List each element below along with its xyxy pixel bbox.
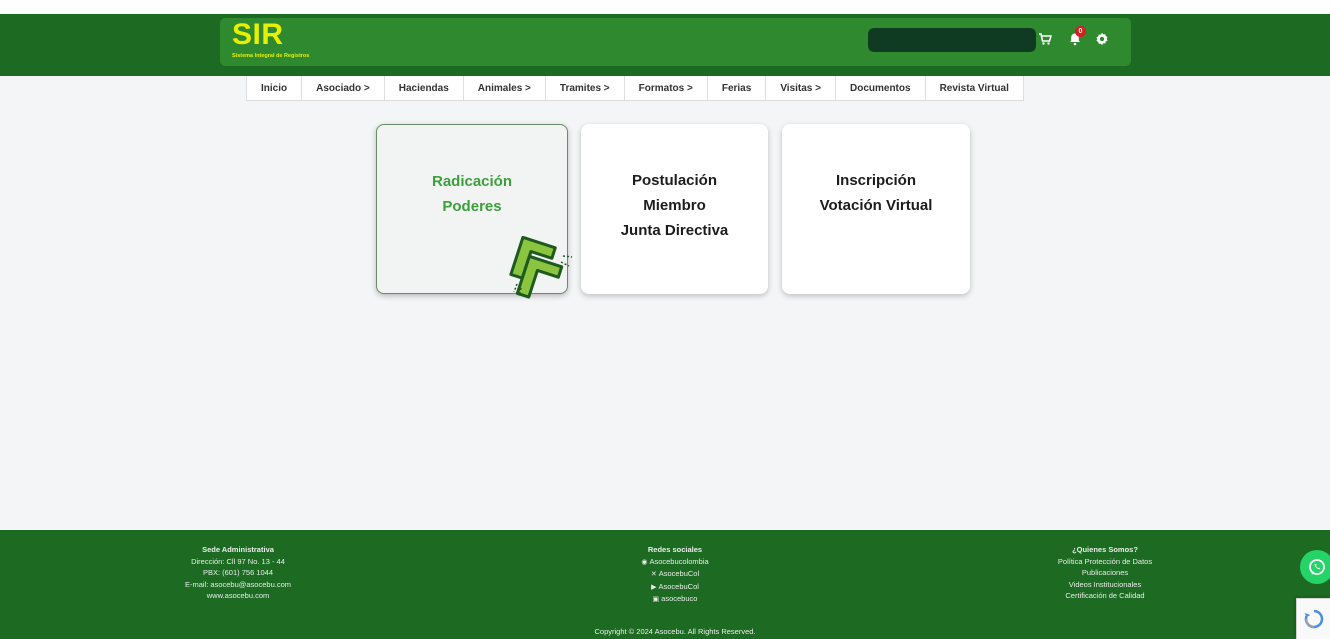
footer-link-videos[interactable]: Videos Institucionales xyxy=(1015,579,1195,591)
card-line: Postulación xyxy=(631,172,717,189)
card-line: Poderes xyxy=(442,198,502,215)
nav-item-formatos[interactable]: Formatos > xyxy=(623,76,707,101)
nav-item-asociado[interactable]: Asociado > xyxy=(301,76,384,101)
click-indicator-icon xyxy=(509,236,573,299)
logo[interactable]: SIR Sistema Integral de Registros xyxy=(232,18,310,60)
footer-social-title: Redes sociales xyxy=(647,545,703,554)
footer-contact: Sede Administrativa Dirección: Cll 97 No… xyxy=(140,544,336,602)
footer-about-title: ¿Quienes Somos? xyxy=(1072,545,1138,554)
social-instagram-link[interactable]: ▣ asocebuco xyxy=(580,593,770,606)
facebook-icon: ◉ xyxy=(641,558,648,566)
whatsapp-icon[interactable] xyxy=(1300,550,1330,584)
card-line: Miembro xyxy=(643,197,706,214)
card-line: Radicación xyxy=(431,173,513,190)
card-line: Junta Directiva xyxy=(620,222,729,239)
social-youtube-label: AsocebuCol xyxy=(658,581,699,591)
social-instagram-label: asocebuco xyxy=(661,594,698,603)
nav-item-animales[interactable]: Animales > xyxy=(462,76,545,101)
nav-item-haciendas[interactable]: Haciendas xyxy=(383,76,463,101)
footer-social: Redes sociales ◉ Asocebucolombia ✕ Asocebu… xyxy=(580,544,770,606)
social-facebook-label: Asocebucolombia xyxy=(649,556,709,566)
nav-item-documentos[interactable]: Documentos xyxy=(835,76,925,101)
user-name-redacted[interactable] xyxy=(868,28,1036,52)
footer-link-privacy[interactable]: Política Protección de Datos xyxy=(1015,556,1195,568)
card-inscripcion-votacion[interactable]: Inscripción Votación Virtual xyxy=(782,124,970,294)
nav-item-revista-virtual[interactable]: Revista Virtual xyxy=(924,76,1024,101)
footer-about: ¿Quienes Somos? Política Protección de D… xyxy=(1015,544,1195,602)
logo-title: SIR xyxy=(232,18,284,51)
copyright: Copyright © 2024 Asocebu. All Rights Res… xyxy=(594,627,756,636)
social-facebook-link[interactable]: ◉ Asocebucolombia xyxy=(580,556,770,569)
footer-link-certification[interactable]: Certificación de Calidad xyxy=(1015,590,1195,602)
recaptcha-icon[interactable] xyxy=(1296,598,1330,639)
nav-item-inicio[interactable]: Inicio xyxy=(246,76,301,101)
nav-item-visitas[interactable]: Visitas > xyxy=(765,76,835,101)
main-nav: Inicio Asociado > Haciendas Animales > T… xyxy=(246,76,1024,101)
cart-icon[interactable] xyxy=(1036,30,1054,48)
footer-phone: PBX: (601) 756 1044 xyxy=(202,568,274,577)
notification-badge: 0 xyxy=(1075,26,1086,37)
card-line: Votación Virtual xyxy=(819,197,933,214)
social-x-link[interactable]: ✕ AsocebuCol xyxy=(580,568,770,581)
nav-item-ferias[interactable]: Ferias xyxy=(706,76,765,101)
footer-address: Dirección: Cll 97 No. 13 - 44 xyxy=(191,556,285,566)
social-youtube-link[interactable]: ▶ AsocebuCol xyxy=(580,581,770,594)
card-label: Inscripción Votación Virtual xyxy=(820,168,933,218)
social-x-label: AsocebuCol xyxy=(658,569,700,578)
top-strip xyxy=(0,0,1330,14)
header-bar: SIR Sistema Integral de Registros 0 xyxy=(220,18,1131,66)
nav-item-tramites[interactable]: Tramites > xyxy=(544,76,624,101)
card-label: Radicación Poderes xyxy=(432,169,512,219)
footer: Sede Administrativa Dirección: Cll 97 No… xyxy=(0,530,1330,639)
logo-subtitle: Sistema Integral de Registros xyxy=(232,53,310,59)
gear-icon[interactable] xyxy=(1093,30,1111,48)
x-icon: ✕ xyxy=(650,571,657,578)
footer-website[interactable]: www.asocebu.com xyxy=(140,590,336,602)
footer-email[interactable]: E-mail: asocebu@asocebu.com xyxy=(140,579,336,591)
card-label: Postulación Miembro Junta Directiva xyxy=(621,168,729,243)
youtube-icon: ▶ xyxy=(651,583,657,591)
card-line: Inscripción xyxy=(835,172,917,189)
card-postulacion-junta[interactable]: Postulación Miembro Junta Directiva xyxy=(581,124,768,294)
footer-contact-title: Sede Administrativa xyxy=(202,545,274,554)
instagram-icon: ▣ xyxy=(652,596,660,603)
footer-link-publications[interactable]: Publicaciones xyxy=(1015,567,1195,579)
